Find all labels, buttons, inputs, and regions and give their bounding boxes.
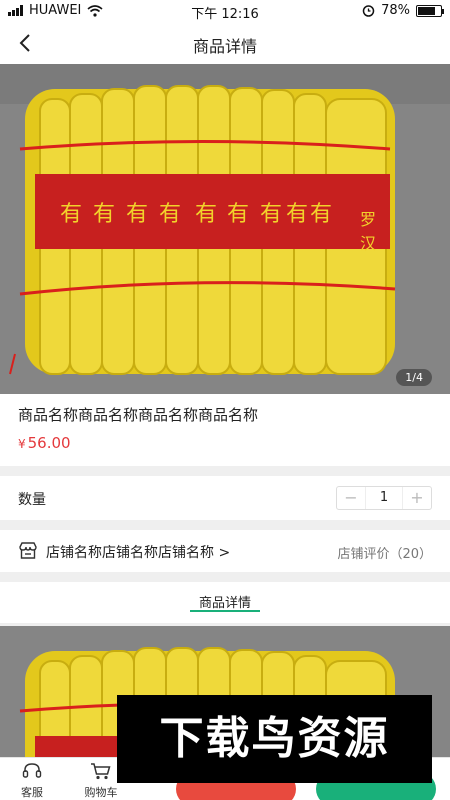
quantity-stepper: − 1 + [336,486,432,510]
label-glyph: 有 [260,202,283,227]
status-bar: HUAWEI 下午 12:16 78% [0,0,450,22]
label-glyph: 有 [93,202,116,227]
decrease-button[interactable]: − [337,487,365,509]
product-price: ¥56.00 [18,434,71,452]
headset-icon [22,763,42,778]
increase-button[interactable]: + [403,487,431,509]
status-right: 78% [362,3,444,18]
label-glyph: 有 [159,202,182,227]
store-icon [19,542,37,559]
image-counter: 1/4 [396,369,432,386]
label-tail: 罗汉 [360,210,377,253]
quantity-label: 数量 [18,492,46,508]
label-glyph: 有 [310,202,333,227]
label-glyph: 有 [126,202,149,227]
product-image-gallery[interactable]: 有 有 有 有 有 有 有 有 有 罗汉 1/4 [0,64,450,394]
price-value: 56.00 [27,434,71,452]
cart-label: 购物车 [84,786,118,799]
quantity-row: 数量 − 1 + [0,476,450,520]
service-label: 客服 [21,786,43,799]
service-button[interactable]: 客服 [7,762,57,800]
battery-icon [416,4,444,17]
nav-bar: 商品详情 [0,22,450,64]
product-info: 商品名称商品名称商品名称商品名称 ¥56.00 [0,394,450,466]
quantity-input[interactable]: 1 [365,487,403,509]
detail-tabbar: 商品详情 [0,582,450,624]
tab-underline [190,610,260,612]
product-name: 商品名称商品名称商品名称商品名称 [18,406,259,424]
shop-rating[interactable]: 店铺评价（20） [337,543,432,562]
shop-name-link[interactable]: 店铺名称店铺名称店铺名称 > [46,542,230,562]
label-glyph: 有 [286,202,309,227]
watermark-banner: 下载鸟资源 [117,695,432,783]
label-glyph: 有 [227,202,250,227]
battery-percent: 78% [381,3,410,18]
currency-symbol: ¥ [18,437,26,451]
alarm-icon [362,5,375,17]
product-image-labels: 有 有 有 有 有 有 有 有 有 罗汉 [60,196,390,253]
shop-row[interactable]: 店铺名称店铺名称店铺名称 > 店铺评价（20） [0,530,450,572]
label-glyph: 有 [195,202,218,227]
label-glyph: 有 [60,202,83,227]
page-title: 商品详情 [192,37,257,56]
tab-product-detail[interactable]: 商品详情 [0,592,450,611]
cart-icon [91,763,111,780]
